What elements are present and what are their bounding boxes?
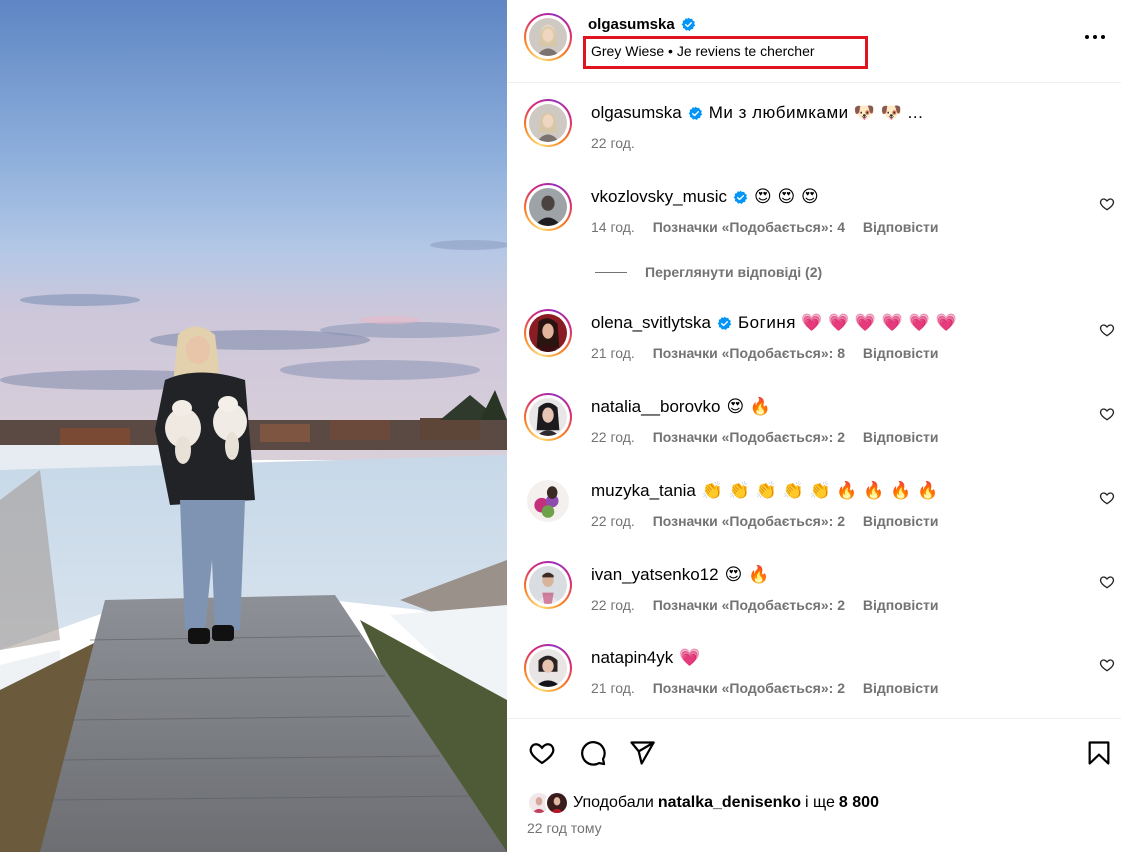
comment-time[interactable]: 21 год. — [591, 345, 635, 361]
comment-username[interactable]: vkozlovsky_music — [591, 186, 727, 208]
reply-button[interactable]: Відповісти — [863, 429, 939, 445]
comment-bubble-icon[interactable] — [579, 739, 607, 767]
comment-time[interactable]: 14 год. — [591, 219, 635, 235]
liked-by-and: і ще — [805, 794, 835, 811]
comment-username[interactable]: olena_svitlytska — [591, 312, 711, 334]
like-comment-heart-icon[interactable] — [1099, 406, 1115, 422]
like-comment-heart-icon[interactable] — [1099, 574, 1115, 590]
comment-likes[interactable]: Позначки «Подобається»: 4 — [653, 219, 845, 235]
like-comment-heart-icon[interactable] — [1099, 322, 1115, 338]
liked-by-row[interactable]: Уподобали natalka_denisenko і ще 8 800 — [527, 791, 879, 815]
audio-attribution[interactable]: Grey Wiese • Je reviens te chercher — [583, 36, 868, 69]
comment-meta: 22 год. Позначки «Подобається»: 2 Відпов… — [591, 513, 939, 529]
comment-avatar[interactable] — [524, 393, 572, 441]
post-actions-footer: Уподобали natalka_denisenko і ще 8 800 2… — [507, 718, 1121, 852]
reply-button[interactable]: Відповісти — [863, 219, 939, 235]
post-details-panel: olgasumska Grey Wiese • Je reviens te ch… — [507, 0, 1121, 852]
like-heart-icon[interactable] — [528, 739, 556, 767]
comment-text: 👏 👏 👏 👏 👏 🔥 🔥 🔥 🔥 — [701, 481, 939, 500]
author-username[interactable]: olgasumska — [588, 16, 675, 33]
comment-avatar[interactable] — [524, 183, 572, 231]
comment-line: olena_svitlytska Богиня 💗 💗 💗 💗 💗 💗 — [591, 312, 957, 334]
liked-by-prefix: Уподобали — [573, 794, 654, 811]
comment-time[interactable]: 22 год. — [591, 513, 635, 529]
post-media[interactable] — [0, 0, 507, 852]
caption-time[interactable]: 22 год. — [591, 135, 635, 151]
view-replies-label: Переглянути відповіді (2) — [645, 264, 823, 280]
comment-avatar[interactable] — [524, 477, 572, 525]
author-username-row: olgasumska — [588, 16, 696, 33]
more-horizontal-icon[interactable] — [1085, 27, 1109, 47]
comment-line: natalia__borovko 😍 🔥 — [591, 396, 772, 418]
comment-text: 😍 🔥 — [724, 565, 770, 584]
comment-likes[interactable]: Позначки «Подобається»: 2 — [653, 680, 845, 696]
comment-likes[interactable]: Позначки «Подобається»: 2 — [653, 597, 845, 613]
view-replies-button[interactable]: Переглянути відповіді (2) — [595, 264, 822, 280]
comment-line: muzyka_tania 👏 👏 👏 👏 👏 🔥 🔥 🔥 🔥 — [591, 480, 939, 502]
comment-meta: 21 год. Позначки «Подобається»: 2 Відпов… — [591, 680, 939, 696]
audio-artist: Grey Wiese — [591, 43, 665, 59]
comment-meta: 22 год. Позначки «Подобається»: 2 Відпов… — [591, 597, 939, 613]
verified-badge-icon — [681, 17, 696, 32]
comment-avatar[interactable] — [524, 644, 572, 692]
comment-line: ivan_yatsenko12 😍 🔥 — [591, 564, 770, 586]
verified-badge-icon — [733, 190, 748, 205]
caption-text: Ми з любимками 🐶 🐶 ... — [708, 103, 924, 122]
comment-line: natapin4yk 💗 — [591, 647, 701, 669]
liked-by-count[interactable]: 8 800 — [839, 794, 879, 812]
comment-username[interactable]: natapin4yk — [591, 647, 673, 669]
like-comment-heart-icon[interactable] — [1099, 196, 1115, 212]
comment-meta: 14 год. Позначки «Подобається»: 4 Відпов… — [591, 219, 939, 235]
audio-separator: • — [668, 43, 673, 59]
caption-username[interactable]: olgasumska — [591, 102, 682, 124]
verified-badge-icon — [717, 316, 732, 331]
comment-text: 😍 😍 😍 — [754, 187, 820, 206]
comment-meta: 22 год. Позначки «Подобається»: 2 Відпов… — [591, 429, 939, 445]
comment-likes[interactable]: Позначки «Подобається»: 2 — [653, 513, 845, 529]
save-bookmark-icon[interactable] — [1085, 739, 1113, 767]
comment-likes[interactable]: Позначки «Подобається»: 8 — [653, 345, 845, 361]
comment-username[interactable]: ivan_yatsenko12 — [591, 564, 719, 586]
reply-button[interactable]: Відповісти — [863, 345, 939, 361]
comment-username[interactable]: natalia__borovko — [591, 396, 720, 418]
comment-line: vkozlovsky_music 😍 😍 😍 — [591, 186, 819, 208]
reply-button[interactable]: Відповісти — [863, 597, 939, 613]
post-video-frame — [0, 0, 507, 852]
reply-button[interactable]: Відповісти — [863, 513, 939, 529]
comment-avatar[interactable] — [524, 561, 572, 609]
liked-by-avatars — [527, 791, 569, 815]
reply-button[interactable]: Відповісти — [863, 680, 939, 696]
comment-text: 💗 — [679, 648, 701, 667]
like-comment-heart-icon[interactable] — [1099, 490, 1115, 506]
comment-time[interactable]: 22 год. — [591, 597, 635, 613]
comment-likes[interactable]: Позначки «Подобається»: 2 — [653, 429, 845, 445]
verified-badge-icon — [688, 106, 703, 121]
comment-time[interactable]: 21 год. — [591, 680, 635, 696]
share-paper-plane-icon[interactable] — [628, 739, 656, 767]
post-timestamp[interactable]: 22 год тому — [527, 820, 602, 836]
comment-time[interactable]: 22 год. — [591, 429, 635, 445]
audio-title: Je reviens te chercher — [676, 43, 815, 59]
comment-text: 😍 🔥 — [726, 397, 772, 416]
liker-avatar — [545, 791, 569, 815]
comment-avatar[interactable] — [524, 309, 572, 357]
like-comment-heart-icon[interactable] — [1099, 657, 1115, 673]
comment-text: Богиня 💗 💗 💗 💗 💗 💗 — [738, 313, 958, 332]
liked-by-user[interactable]: natalka_denisenko — [658, 794, 801, 812]
post-header: olgasumska Grey Wiese • Je reviens te ch… — [507, 0, 1121, 83]
caption-meta: 22 год. — [591, 135, 635, 151]
author-avatar[interactable] — [524, 13, 572, 61]
comment-meta: 21 год. Позначки «Подобається»: 8 Відпов… — [591, 345, 939, 361]
caption-avatar[interactable] — [524, 99, 572, 147]
caption-line: olgasumska Ми з любимками 🐶 🐶 ... — [591, 102, 923, 124]
replies-divider — [595, 271, 627, 273]
comment-username[interactable]: muzyka_tania — [591, 480, 696, 502]
